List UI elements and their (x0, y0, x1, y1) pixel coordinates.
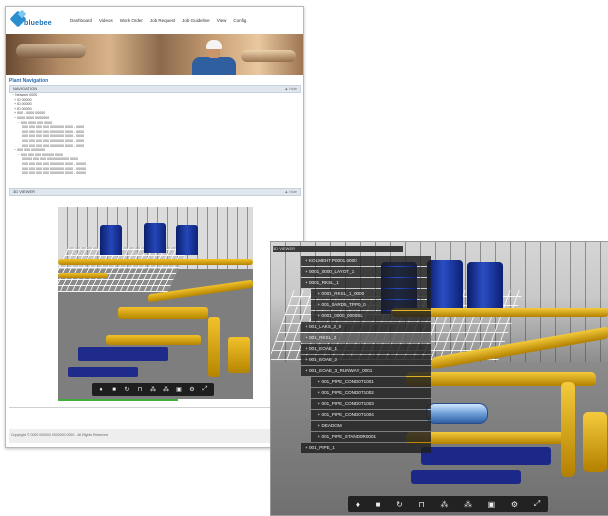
model-tree-item[interactable]: + 0001_0000_LAYOT_1 (301, 266, 431, 278)
model-tree-item[interactable]: + 001_PIPE_COND0T1002 (311, 387, 431, 398)
blue-equipment (421, 447, 551, 465)
yellow-pipe (228, 337, 250, 373)
header-banner (6, 34, 303, 75)
walk-icon[interactable]: ♦ (356, 500, 360, 509)
panel-title: NAVIGATION (13, 86, 38, 91)
model-tree-item[interactable]: + KOLMEHT.P0001.0000 (301, 256, 431, 267)
banner-pipe (241, 50, 296, 62)
rotate-icon[interactable]: ↻ (123, 386, 131, 393)
model-tree-item[interactable]: + 001_LAKS_2_0 (301, 321, 431, 332)
tree-row[interactable]: 000 000 000 000 0000000 0000 - 00000 (12, 171, 272, 176)
selected-cylinder[interactable] (426, 403, 488, 424)
logo-text: bluebee (24, 20, 52, 27)
yellow-pipe (58, 259, 253, 265)
rotate-icon[interactable]: ↻ (396, 500, 403, 509)
nav-view[interactable]: View (217, 18, 227, 23)
save-icon[interactable]: ▣ (488, 500, 496, 509)
yellow-pipe (58, 273, 108, 278)
viewer-toolbar: ♦ ■ ↻ ⊓ ⁂ ⁂ ▣ ⚙ ⤢ (92, 383, 214, 396)
model-tree-item[interactable]: + 001_RKSL_2 (301, 332, 431, 343)
model-tree-item[interactable]: + 0001_RKSL_1 (301, 277, 431, 289)
viewer-panel-header[interactable]: 3D VIEWER ▲ hide (9, 188, 301, 196)
main-nav: Dashboard Videos Work Order Job Request … (70, 18, 246, 23)
progress-line (58, 399, 178, 401)
model-tree-item[interactable]: + 001_PIPE_COND0T1004 (311, 409, 431, 420)
nav-job-guideline[interactable]: Job Guideline (182, 18, 210, 23)
navigation-panel-header[interactable]: NAVIGATION ▲ hide (9, 85, 301, 93)
storage-tank (100, 225, 122, 255)
model-tree-item[interactable]: + 001_EOAE_2 (301, 354, 431, 365)
model-tree-item[interactable]: + 001_EOAE_3_RUNWAY_0001 (301, 365, 431, 376)
navigation-tree: − Network 0000 + ID 00000 + ID 00000 + I… (12, 93, 272, 176)
browser-page: bluebee Dashboard Videos Work Order Job … (5, 6, 304, 448)
panel-title: 3D VIEWER (13, 189, 36, 194)
fullscreen-icon[interactable]: ⤢ (201, 386, 209, 393)
blue-equipment (68, 367, 138, 377)
settings-icon[interactable]: ⚙ (188, 386, 196, 393)
blue-equipment (411, 470, 521, 484)
banner-pipe (16, 44, 86, 58)
structure-icon[interactable]: ⁂ (162, 386, 170, 393)
yellow-pipe (561, 382, 575, 477)
model-tree-item[interactable]: + 0001_0000_0000SL (311, 310, 431, 322)
model-tree-item[interactable]: + 001_PIPE_1 (301, 442, 431, 453)
model-tree-item[interactable]: + 001_EOAE_1 (301, 343, 431, 354)
walk-icon[interactable]: ♦ (97, 387, 105, 393)
tree-icon[interactable]: ⁂ (149, 386, 157, 393)
storage-tank (176, 225, 198, 255)
bluebee-logo[interactable]: bluebee (9, 9, 58, 31)
tree-icon[interactable]: ⁂ (440, 500, 448, 509)
yellow-pipe (208, 317, 220, 377)
grid-plane (58, 247, 189, 292)
storage-tank (427, 260, 463, 312)
collapse-toggle[interactable]: ▲ hide (284, 189, 297, 194)
model-tree-item[interactable]: + 001_PIPE_COND0T1003 (311, 398, 431, 409)
structure-icon[interactable]: ⁂ (464, 500, 472, 509)
collapse-toggle[interactable]: ▲ hide (284, 86, 297, 91)
measure-icon[interactable]: ⊓ (418, 500, 424, 509)
nav-work-order[interactable]: Work Order (120, 18, 143, 23)
top-bar: bluebee Dashboard Videos Work Order Job … (6, 7, 303, 34)
worker-illustration (184, 40, 242, 75)
camera-icon[interactable]: ■ (110, 387, 118, 393)
camera-icon[interactable]: ■ (376, 500, 381, 509)
viewer-header: 3D VIEWER (273, 246, 403, 252)
yellow-pipe (583, 412, 607, 472)
3d-viewer[interactable]: ♦ ■ ↻ ⊓ ⁂ ⁂ ▣ ⚙ ⤢ (58, 207, 253, 399)
nav-dashboard[interactable]: Dashboard (70, 18, 92, 23)
save-icon[interactable]: ▣ (175, 386, 183, 393)
model-tree-item[interactable]: + 001_PIPE_COND0T1001 (311, 376, 431, 387)
model-tree: + KOLMEHT.P0001.0000 + 0001_0000_LAYOT_1 +… (301, 256, 431, 454)
nav-job-request[interactable]: Job Request (150, 18, 175, 23)
storage-tank (467, 262, 503, 314)
blue-equipment (78, 347, 168, 361)
yellow-pipe (106, 335, 201, 345)
yellow-pipe (118, 307, 208, 319)
model-tree-item[interactable]: + 0001_RKSL_1_0000 (311, 288, 431, 300)
model-tree-item[interactable]: + 001_0ARD5_TPP0_0 (311, 299, 431, 311)
page-title: Plant Navigation (9, 78, 49, 84)
settings-icon[interactable]: ⚙ (511, 500, 518, 509)
divider (9, 407, 299, 408)
storage-tank (144, 223, 166, 253)
measure-icon[interactable]: ⊓ (136, 386, 144, 393)
nav-config[interactable]: Config (233, 18, 246, 23)
zoomed-3d-viewer[interactable]: 3D VIEWER + KOLMEHT.P0001.0000 + 0001_000… (270, 241, 608, 516)
copyright-text: Copyright © 0000 000000 0000000 0000 - A… (11, 433, 108, 437)
fullscreen-icon[interactable]: ⤢ (534, 499, 540, 509)
nav-videos[interactable]: Videos (99, 18, 113, 23)
model-tree-item[interactable]: + 001_PIPE_STAND0R0001 (311, 431, 431, 442)
model-tree-item[interactable]: + DEADOM (311, 420, 431, 431)
viewer-toolbar: ♦ ■ ↻ ⊓ ⁂ ⁂ ▣ ⚙ ⤢ (348, 496, 548, 512)
page-footer: Copyright © 0000 000000 0000000 0000 - A… (9, 429, 299, 447)
